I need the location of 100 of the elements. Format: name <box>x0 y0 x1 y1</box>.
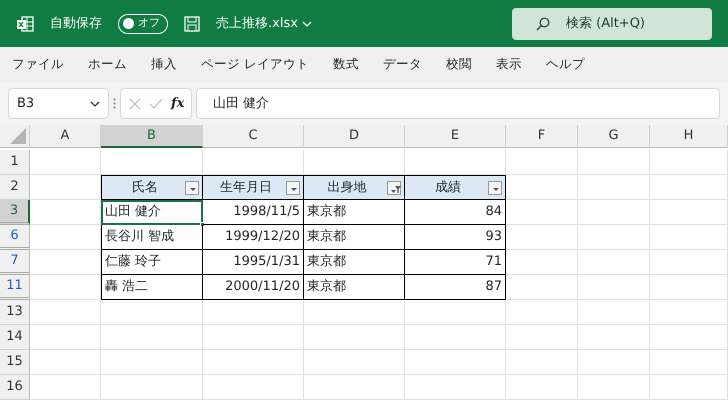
column-header[interactable]: F <box>506 125 578 148</box>
check-icon[interactable] <box>149 98 163 110</box>
row-header[interactable]: 15 <box>0 350 30 375</box>
empty-cell[interactable] <box>304 325 405 350</box>
dropdown-button[interactable] <box>286 181 300 195</box>
empty-cell[interactable] <box>578 275 650 300</box>
empty-cell[interactable] <box>506 325 578 350</box>
name-box[interactable]: B3 <box>8 88 109 119</box>
empty-cell[interactable] <box>101 375 203 400</box>
empty-cell[interactable] <box>578 225 650 250</box>
empty-cell[interactable] <box>578 250 650 275</box>
empty-cell[interactable] <box>506 300 578 325</box>
column-header[interactable]: B <box>101 125 203 148</box>
dropdown-button[interactable] <box>185 181 199 195</box>
fill-handle[interactable] <box>200 222 205 227</box>
menu-tab[interactable]: ページ レイアウト <box>197 55 313 74</box>
autosave-toggle[interactable]: オフ <box>118 14 168 34</box>
table-cell[interactable]: 轟 浩二 <box>101 275 203 300</box>
table-cell[interactable]: 84 <box>405 200 506 225</box>
column-header[interactable]: E <box>405 125 506 148</box>
empty-cell[interactable] <box>650 150 728 175</box>
empty-cell[interactable] <box>506 225 578 250</box>
empty-cell[interactable] <box>650 250 728 275</box>
row-header[interactable]: 7 <box>0 250 30 275</box>
select-all-icon[interactable] <box>10 128 26 144</box>
menu-tab[interactable]: ファイル <box>8 55 68 74</box>
menu-tab[interactable]: ホーム <box>84 55 131 74</box>
empty-cell[interactable] <box>650 200 728 225</box>
row-header[interactable]: 1 <box>0 150 30 175</box>
spreadsheet-app-icon[interactable] <box>16 14 34 32</box>
column-header[interactable]: D <box>304 125 405 148</box>
column-header[interactable]: A <box>30 125 101 148</box>
search-field[interactable]: 検索 (Alt+Q) <box>512 8 712 40</box>
menu-tab[interactable]: ヘルプ <box>542 55 589 74</box>
empty-cell[interactable] <box>650 325 728 350</box>
table-cell[interactable]: 1995/1/31 <box>203 250 304 275</box>
empty-cell[interactable] <box>203 325 304 350</box>
menu-tab[interactable]: 表示 <box>492 55 526 74</box>
table-cell[interactable]: 東京都 <box>304 250 405 275</box>
table-cell[interactable]: 93 <box>405 225 506 250</box>
empty-cell[interactable] <box>405 350 506 375</box>
empty-cell[interactable] <box>578 350 650 375</box>
empty-cell[interactable] <box>203 300 304 325</box>
empty-cell[interactable] <box>405 300 506 325</box>
column-header[interactable]: H <box>650 125 728 148</box>
table-cell[interactable]: 2000/11/20 <box>203 275 304 300</box>
empty-cell[interactable] <box>101 350 203 375</box>
row-header[interactable]: 13 <box>0 300 30 325</box>
empty-cell[interactable] <box>650 175 728 200</box>
empty-cell[interactable] <box>405 375 506 400</box>
empty-cell[interactable] <box>506 250 578 275</box>
empty-cell[interactable] <box>304 375 405 400</box>
empty-cell[interactable] <box>304 300 405 325</box>
row-header[interactable]: 2 <box>0 175 30 200</box>
empty-cell[interactable] <box>650 225 728 250</box>
empty-cell[interactable] <box>203 350 304 375</box>
empty-cell[interactable] <box>578 325 650 350</box>
empty-cell[interactable] <box>578 200 650 225</box>
column-header[interactable]: C <box>203 125 304 148</box>
empty-cell[interactable] <box>405 325 506 350</box>
empty-cell[interactable] <box>101 325 203 350</box>
row-header[interactable]: 6 <box>0 225 30 250</box>
empty-cell[interactable] <box>203 375 304 400</box>
cancel-icon[interactable] <box>129 98 141 110</box>
menu-tab[interactable]: 校閲 <box>442 55 476 74</box>
filter-dropdown-button[interactable] <box>387 181 401 195</box>
row-header[interactable]: 3 <box>0 200 30 225</box>
empty-cell[interactable] <box>578 175 650 200</box>
table-cell[interactable]: 71 <box>405 250 506 275</box>
table-cell[interactable]: 仁藤 玲子 <box>101 250 203 275</box>
empty-cell[interactable] <box>650 300 728 325</box>
empty-cell[interactable] <box>506 350 578 375</box>
file-name-menu[interactable]: 売上推移.xlsx <box>216 14 312 34</box>
empty-cell[interactable] <box>650 375 728 400</box>
empty-cell[interactable] <box>506 200 578 225</box>
menu-tab[interactable]: 数式 <box>328 55 363 74</box>
empty-cell[interactable] <box>578 375 650 400</box>
dropdown-button[interactable] <box>488 181 502 195</box>
empty-cell[interactable] <box>304 350 405 375</box>
row-header[interactable]: 14 <box>0 325 30 350</box>
column-header[interactable]: G <box>578 125 650 148</box>
empty-cell[interactable] <box>506 275 578 300</box>
save-icon[interactable] <box>184 16 200 32</box>
row-header[interactable]: 11 <box>0 275 30 300</box>
empty-cell[interactable] <box>650 350 728 375</box>
empty-cell[interactable] <box>650 275 728 300</box>
table-cell[interactable]: 長谷川 智成 <box>101 225 203 250</box>
table-cell[interactable]: 1999/12/20 <box>203 225 304 250</box>
table-cell[interactable]: 東京都 <box>304 200 405 225</box>
menu-tab[interactable]: 挿入 <box>147 55 181 74</box>
empty-cell[interactable] <box>578 300 650 325</box>
row-header[interactable]: 16 <box>0 375 30 400</box>
table-cell[interactable]: 87 <box>405 275 506 300</box>
table-cell[interactable]: 東京都 <box>304 225 405 250</box>
insert-function-button[interactable]: fx <box>171 94 184 114</box>
select-all-button[interactable] <box>0 125 30 148</box>
menu-tab[interactable]: データ <box>378 55 426 74</box>
empty-cell[interactable] <box>506 150 578 175</box>
empty-cell[interactable] <box>578 150 650 175</box>
empty-cell[interactable] <box>506 375 578 400</box>
